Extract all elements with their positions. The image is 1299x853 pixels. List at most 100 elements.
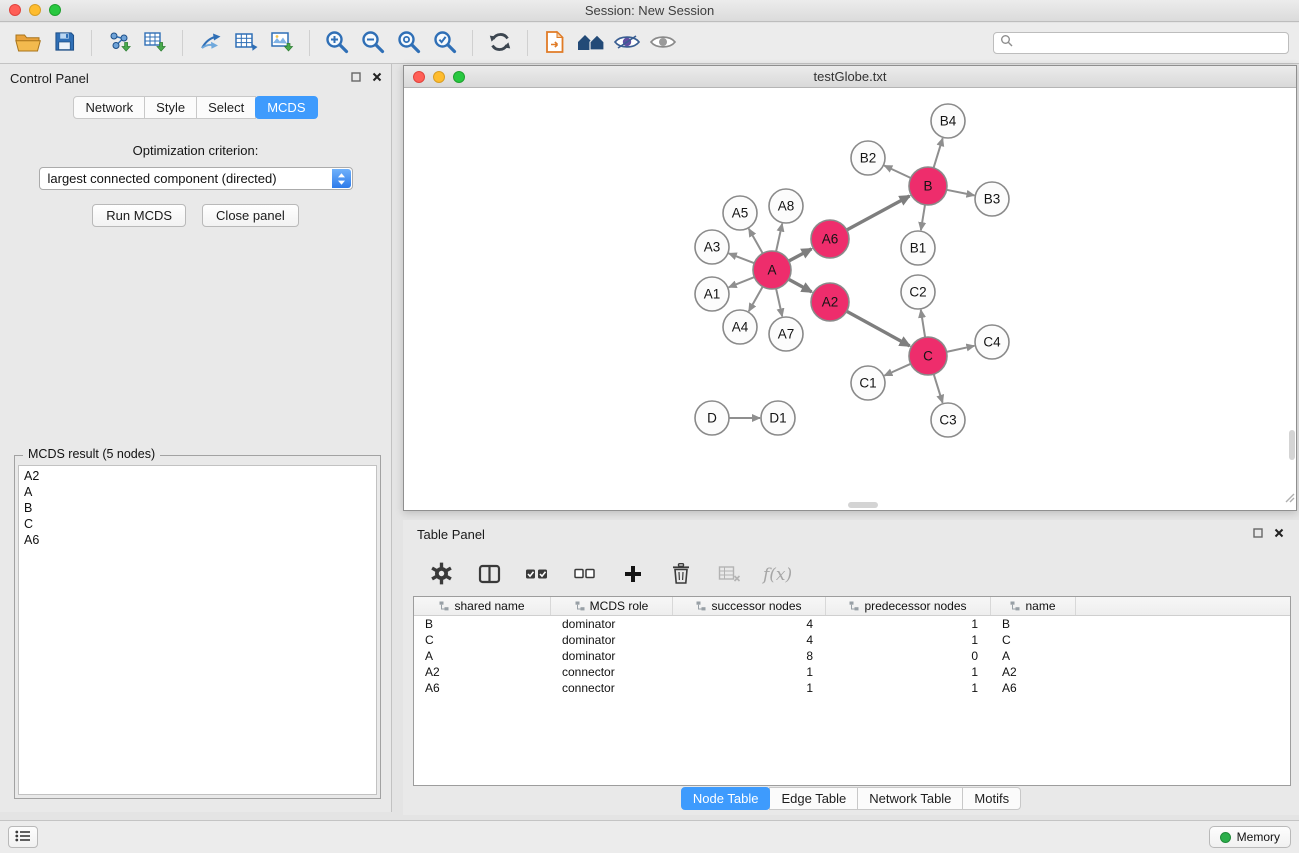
maximize-window-button[interactable] <box>49 4 61 16</box>
table-cell[interactable]: B <box>991 617 1076 631</box>
node-C[interactable]: C <box>909 337 947 375</box>
result-item[interactable]: A <box>19 484 376 500</box>
search-input[interactable] <box>1013 33 1288 53</box>
node-C1[interactable]: C1 <box>851 366 885 400</box>
table-cell[interactable]: dominator <box>551 649 673 663</box>
table-cell[interactable]: connector <box>551 665 673 679</box>
node-B[interactable]: B <box>909 167 947 205</box>
show-columns-button[interactable] <box>475 559 503 591</box>
edge-A6-B[interactable] <box>847 196 910 230</box>
tab-mcds[interactable]: MCDS <box>255 96 317 119</box>
select-all-columns-button[interactable] <box>523 559 551 591</box>
table-cell[interactable]: A <box>414 649 551 663</box>
home-view-button[interactable] <box>573 27 609 59</box>
table-cell[interactable]: 4 <box>673 617 826 631</box>
memory-indicator[interactable]: Memory <box>1209 826 1291 848</box>
edge-C-C2[interactable] <box>921 310 925 337</box>
node-D1[interactable]: D1 <box>761 401 795 435</box>
node-A5[interactable]: A5 <box>723 196 757 230</box>
network-close-button[interactable] <box>413 71 425 83</box>
node-A7[interactable]: A7 <box>769 317 803 351</box>
node-A8[interactable]: A8 <box>769 189 803 223</box>
new-network-button[interactable] <box>192 27 228 59</box>
table-cell[interactable]: A6 <box>414 681 551 695</box>
zoom-out-button[interactable] <box>355 27 391 59</box>
open-document-button[interactable] <box>537 27 573 59</box>
table-cell[interactable]: connector <box>551 681 673 695</box>
app-titlebar[interactable]: Session: New Session <box>0 0 1299 22</box>
table-cell[interactable]: 1 <box>826 665 991 679</box>
resize-grip[interactable] <box>1283 490 1295 508</box>
show-hide-button[interactable] <box>645 27 681 59</box>
network-maximize-button[interactable] <box>453 71 465 83</box>
import-network-button[interactable] <box>101 27 137 59</box>
style-eye-button[interactable] <box>609 27 645 59</box>
table-row[interactable]: A6connector11A6 <box>414 680 1290 696</box>
edge-A-A1[interactable] <box>729 277 755 287</box>
zoom-in-button[interactable] <box>319 27 355 59</box>
network-canvas[interactable]: B4B2BB3A8A5A6B1A3AC2A1A2A4A7C4CC1C3DD1 <box>404 88 1296 509</box>
network-vscroll-thumb[interactable] <box>1289 430 1295 460</box>
node-B4[interactable]: B4 <box>931 104 965 138</box>
table-cell[interactable]: 1 <box>826 633 991 647</box>
table-row[interactable]: Bdominator41B <box>414 616 1290 632</box>
zoom-selected-button[interactable] <box>427 27 463 59</box>
node-A6[interactable]: A6 <box>811 220 849 258</box>
column-header[interactable]: successor nodes <box>673 597 826 615</box>
table-cell[interactable]: dominator <box>551 633 673 647</box>
node-C3[interactable]: C3 <box>931 403 965 437</box>
create-column-button[interactable] <box>619 559 647 591</box>
network-hscroll-thumb[interactable] <box>848 502 878 508</box>
edge-A-A5[interactable] <box>749 229 763 254</box>
save-session-button[interactable] <box>46 27 82 59</box>
float-panel-button[interactable] <box>350 71 362 83</box>
function-builder-button[interactable]: f(x) <box>763 565 792 585</box>
edge-C-C3[interactable] <box>934 374 943 403</box>
column-header[interactable]: MCDS role <box>551 597 673 615</box>
table-cell[interactable]: 4 <box>673 633 826 647</box>
float-table-panel-button[interactable] <box>1252 527 1264 539</box>
table-row[interactable]: A2connector11A2 <box>414 664 1290 680</box>
close-table-panel-button[interactable] <box>1273 527 1285 539</box>
column-header[interactable]: shared name <box>414 597 551 615</box>
edge-C-C1[interactable] <box>884 364 910 376</box>
table-cell[interactable]: A6 <box>991 681 1076 695</box>
node-C2[interactable]: C2 <box>901 275 935 309</box>
network-graph[interactable]: B4B2BB3A8A5A6B1A3AC2A1A2A4A7C4CC1C3DD1 <box>404 88 1296 509</box>
edge-A-A7[interactable] <box>776 289 782 317</box>
minimize-window-button[interactable] <box>29 4 41 16</box>
edge-A-A8[interactable] <box>776 224 782 252</box>
edge-A-A3[interactable] <box>729 253 755 263</box>
table-cell[interactable]: 1 <box>673 665 826 679</box>
table-settings-button[interactable] <box>427 559 455 591</box>
node-A4[interactable]: A4 <box>723 310 757 344</box>
zoom-fit-button[interactable] <box>391 27 427 59</box>
delete-column-button[interactable] <box>667 559 695 591</box>
network-window-titlebar[interactable]: testGlobe.txt <box>404 66 1296 88</box>
close-window-button[interactable] <box>9 4 21 16</box>
table-cell[interactable]: 1 <box>826 681 991 695</box>
table-cell[interactable]: B <box>414 617 551 631</box>
edge-A-A6[interactable] <box>789 249 812 261</box>
node-B3[interactable]: B3 <box>975 182 1009 216</box>
node-A[interactable]: A <box>753 251 791 289</box>
column-header[interactable]: predecessor nodes <box>826 597 991 615</box>
table-row[interactable]: Cdominator41C <box>414 632 1290 648</box>
table-cell[interactable]: C <box>991 633 1076 647</box>
result-item[interactable]: A6 <box>19 532 376 548</box>
refresh-button[interactable] <box>482 27 518 59</box>
node-D[interactable]: D <box>695 401 729 435</box>
node-B1[interactable]: B1 <box>901 231 935 265</box>
tab-motifs[interactable]: Motifs <box>962 787 1021 810</box>
table-cell[interactable]: 1 <box>826 617 991 631</box>
new-table-button[interactable] <box>228 27 264 59</box>
run-mcds-button[interactable]: Run MCDS <box>92 204 186 227</box>
close-panel-action-button[interactable]: Close panel <box>202 204 299 227</box>
tab-network-table[interactable]: Network Table <box>857 787 963 810</box>
table-cell[interactable]: C <box>414 633 551 647</box>
tab-edge-table[interactable]: Edge Table <box>769 787 858 810</box>
tab-network[interactable]: Network <box>73 96 145 119</box>
edge-B-B4[interactable] <box>934 138 943 168</box>
edge-B-B1[interactable] <box>921 205 925 230</box>
column-header[interactable]: name <box>991 597 1076 615</box>
